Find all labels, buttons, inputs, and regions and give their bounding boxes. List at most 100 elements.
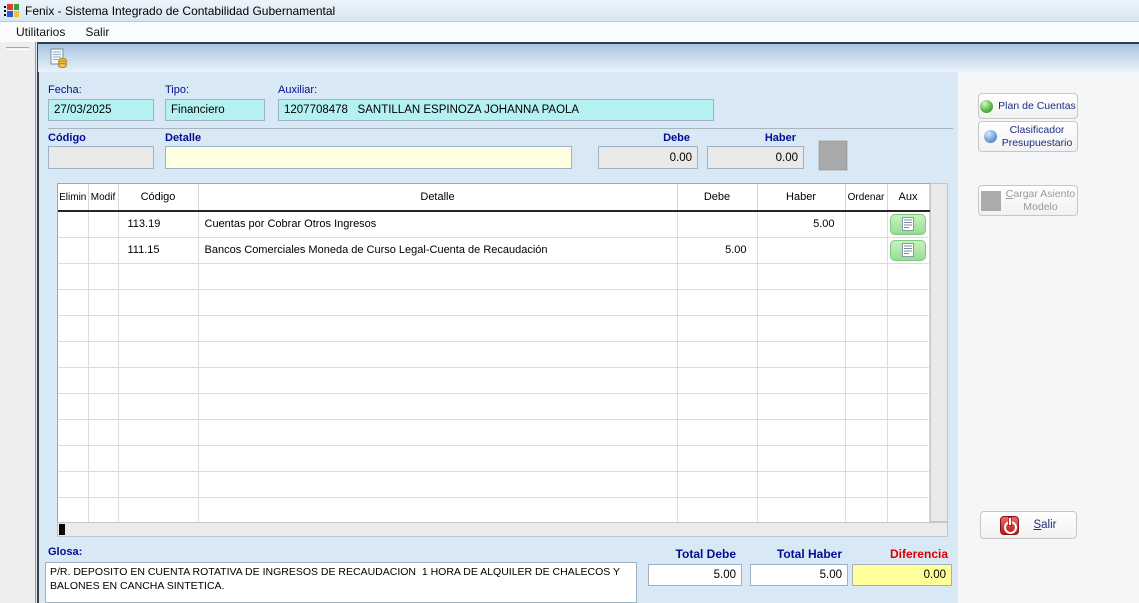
table-row[interactable] [58, 341, 930, 368]
cell-elimin[interactable] [58, 341, 89, 368]
cell-aux [887, 445, 930, 472]
cell-debe: 5.00 [677, 237, 758, 264]
total-haber-label: Total Haber [776, 547, 842, 561]
diferencia-field [852, 564, 952, 586]
codigo-input[interactable] [48, 146, 154, 169]
cell-ordenar[interactable] [845, 315, 888, 342]
horizontal-scrollbar[interactable] [57, 522, 948, 537]
cell-modif[interactable] [88, 315, 119, 342]
cell-aux[interactable] [887, 211, 930, 238]
cell-aux [887, 419, 930, 446]
cell-ordenar[interactable] [845, 263, 888, 290]
form-separator [48, 128, 953, 129]
cell-modif[interactable] [88, 393, 119, 420]
salir-button[interactable]: Salir [980, 511, 1077, 539]
table-row[interactable]: 111.15 Bancos Comerciales Moneda de Curso… [58, 237, 930, 264]
table-row[interactable] [58, 471, 930, 498]
cell-modif[interactable] [88, 497, 119, 524]
left-collapsed-panel[interactable] [0, 42, 36, 603]
glosa-textarea[interactable]: P/R. DEPOSITO EN CUENTA ROTATIVA DE INGR… [45, 562, 637, 603]
table-row[interactable] [58, 419, 930, 446]
tipo-input[interactable] [165, 99, 265, 121]
cell-debe [677, 471, 758, 498]
note-icon [902, 217, 914, 232]
table-row[interactable] [58, 315, 930, 342]
cell-modif[interactable] [88, 341, 119, 368]
detalle-input[interactable] [165, 146, 572, 169]
new-entry-button[interactable] [46, 46, 70, 70]
cell-detalle [198, 367, 678, 394]
cell-debe [677, 445, 758, 472]
cell-elimin[interactable] [58, 367, 89, 394]
cell-aux[interactable] [887, 237, 930, 264]
fecha-input[interactable] [48, 99, 154, 121]
table-row[interactable] [58, 263, 930, 290]
cell-elimin[interactable] [58, 445, 89, 472]
haber-input[interactable] [707, 146, 804, 169]
cell-haber: 5.00 [757, 211, 846, 238]
scrollbar-thumb[interactable] [59, 524, 65, 535]
table-row[interactable] [58, 289, 930, 316]
table-row[interactable] [58, 367, 930, 394]
table-row[interactable] [58, 497, 930, 524]
cell-elimin[interactable] [58, 497, 89, 524]
auxiliar-input[interactable] [278, 99, 714, 121]
cell-elimin[interactable] [58, 419, 89, 446]
cell-elimin[interactable] [58, 315, 89, 342]
cell-codigo [118, 393, 199, 420]
table-row[interactable] [58, 393, 930, 420]
menu-salir[interactable]: Salir [76, 23, 118, 41]
cell-modif[interactable] [88, 263, 119, 290]
cargar-asiento-modelo-button[interactable]: Cargar Asiento Modelo [978, 185, 1078, 216]
cell-haber [757, 315, 846, 342]
cell-ordenar[interactable] [845, 445, 888, 472]
header-elimin: Elimin [58, 184, 89, 212]
aux-button[interactable] [890, 213, 926, 235]
cell-detalle [198, 471, 678, 498]
cell-elimin[interactable] [58, 263, 89, 290]
header-detalle: Detalle [198, 184, 678, 212]
table-row[interactable]: 113.19 Cuentas por Cobrar Otros Ingresos 5… [58, 211, 930, 238]
debe-input[interactable] [598, 146, 698, 169]
clasificador-presupuestario-button[interactable]: Clasificador Presupuestario [978, 121, 1078, 152]
cell-ordenar[interactable] [845, 393, 888, 420]
cell-elimin[interactable] [58, 289, 89, 316]
cell-aux [887, 315, 930, 342]
cell-modif[interactable] [88, 367, 119, 394]
cell-elimin[interactable] [58, 471, 89, 498]
add-entry-button[interactable] [818, 140, 848, 171]
cell-ordenar[interactable] [845, 471, 888, 498]
plan-de-cuentas-button[interactable]: Plan de Cuentas [978, 93, 1078, 119]
title-bar: Fenix - Sistema Integrado de Contabilida… [0, 0, 1139, 22]
cell-modif[interactable] [88, 289, 119, 316]
vertical-scrollbar[interactable] [930, 183, 948, 522]
toolbar [38, 42, 1139, 72]
cell-ordenar[interactable] [845, 367, 888, 394]
note-icon [902, 243, 914, 257]
cell-modif[interactable] [88, 471, 119, 498]
cell-debe [677, 289, 758, 316]
table-row[interactable] [58, 445, 930, 472]
cell-ordenar[interactable] [845, 497, 888, 524]
splitter-grip[interactable] [6, 47, 29, 50]
cell-haber [757, 341, 846, 368]
cell-modif[interactable] [88, 237, 119, 264]
window-title: Fenix - Sistema Integrado de Contabilida… [25, 3, 336, 18]
cell-ordenar[interactable] [845, 419, 888, 446]
cell-ordenar[interactable] [845, 341, 888, 368]
cell-elimin[interactable] [58, 393, 89, 420]
cell-modif[interactable] [88, 211, 119, 238]
aux-button[interactable] [890, 239, 926, 261]
cell-elimin[interactable] [58, 211, 89, 238]
cell-codigo [118, 471, 199, 498]
cell-modif[interactable] [88, 419, 119, 446]
cell-ordenar[interactable] [845, 289, 888, 316]
cell-ordenar[interactable] [845, 211, 888, 238]
cargar-label-line1: argar Asiento [1013, 187, 1076, 200]
cell-ordenar[interactable] [845, 237, 888, 264]
cell-modif[interactable] [88, 445, 119, 472]
menu-utilitarios[interactable]: Utilitarios [7, 23, 74, 41]
cell-debe [677, 263, 758, 290]
power-icon [1000, 515, 1020, 535]
cell-elimin[interactable] [58, 237, 89, 264]
